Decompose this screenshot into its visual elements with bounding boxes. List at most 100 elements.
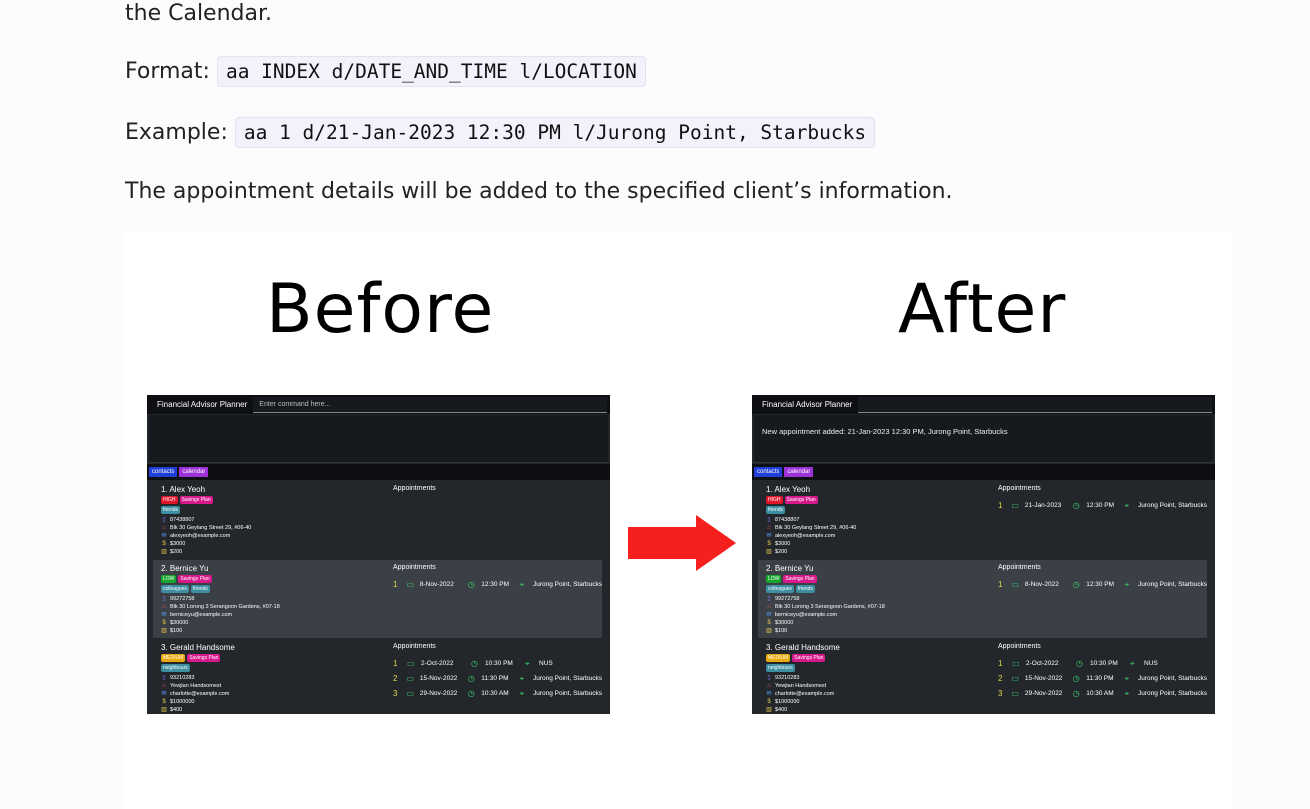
dollar-icon: $ [767, 620, 771, 626]
appointment-time: 12:30 PM [1086, 581, 1115, 588]
tag-row: HIGH Savings Plan [766, 496, 856, 504]
client-phone: ▯ 99272758 [161, 595, 280, 603]
mail-icon: ✉ [766, 691, 772, 697]
appointment-index: 1 [998, 580, 1003, 589]
tab-calendar[interactable]: calendar [784, 467, 814, 477]
client-phone-value: 87438807 [775, 517, 800, 523]
client-address-value: Blk 30 Lorong 3 Serangoon Gardens, #07-1… [775, 604, 885, 610]
calendar-icon: ▭ [1011, 674, 1019, 683]
client-monthly: ▥ $100 [161, 627, 280, 635]
tag-row: colleagues friends [766, 585, 885, 593]
appointment-time: 11:30 PM [481, 675, 509, 682]
client-card[interactable]: 2. Bernice Yu LOW Savings Plan colleagues fr… [153, 560, 602, 638]
appointment-location: Jurong Point, Starbucks [532, 675, 602, 682]
plan-tag: Savings Plan [187, 654, 221, 662]
client-card[interactable]: 3. Gerald Handsome MEDIUM Savings Plan neig… [758, 639, 1207, 714]
location-pin-icon: ⌖ [519, 579, 525, 589]
priority-badge: LOW [766, 575, 782, 583]
client-card[interactable]: 3. Gerald Handsome MEDIUM Savings Plan neig… [153, 639, 602, 714]
tag-row: HIGH Savings Plan [161, 496, 251, 504]
client-income-value: $3000 [775, 541, 791, 547]
client-monthly: ▥ $400 [766, 706, 840, 714]
appointment-time: 10:30 AM [1086, 690, 1114, 697]
command-input[interactable] [858, 396, 1212, 413]
calendar-icon: ▭ [1011, 689, 1019, 698]
appointments-panel: Appointments 1 ▭ 21-Jan-2023 ◷ 12:30 PM ⌖ Juron… [998, 485, 1207, 513]
dollar-icon: $ [162, 620, 166, 626]
phone-icon: ▯ [767, 675, 771, 681]
client-email-value: alexyeoh@example.com [775, 533, 836, 539]
client-phone: ▯ 87438807 [766, 516, 856, 524]
title-bar: Financial Advisor Planner [752, 395, 1215, 414]
client-monthly-value: $100 [170, 628, 183, 634]
home-icon: ⌂ [162, 604, 166, 610]
appointment-time: 12:30 PM [481, 581, 510, 588]
tag-row: LOW Savings Plan [766, 575, 885, 583]
client-phone: ▯ 93210283 [766, 674, 840, 682]
tab-contacts[interactable]: contacts [754, 467, 783, 477]
client-income-value: $1000000 [775, 699, 800, 705]
client-phone-value: 93210283 [775, 675, 800, 681]
client-monthly: ▥ $400 [161, 706, 235, 714]
client-name: 2. Bernice Yu [161, 564, 209, 573]
command-input[interactable]: Enter command here... [253, 396, 607, 413]
phone-icon: ▯ [162, 596, 166, 602]
format-code: aa INDEX d/DATE_AND_TIME l/LOCATION [216, 56, 646, 87]
calendar-icon: ▭ [406, 580, 414, 589]
client-phone-value: 87438807 [170, 517, 195, 523]
priority-badge: HIGH [161, 496, 178, 504]
appointment-location: Jurong Point, Starbucks [532, 690, 602, 697]
appointment-location: Jurong Point, Starbucks [1137, 581, 1207, 588]
client-monthly-value: $400 [775, 707, 788, 713]
phone-icon: ▯ [767, 596, 771, 602]
appointment-location: Jurong Point, Starbucks [1137, 690, 1207, 697]
plan-tag: Savings Plan [792, 654, 826, 662]
client-address: ⌂ Blk 30 Geylang Street 29, #06-40 [161, 524, 251, 532]
title-bar: Financial Advisor Planner Enter command h… [147, 395, 610, 414]
calendar-icon: ▭ [1011, 501, 1019, 510]
mail-icon: ✉ [161, 691, 167, 697]
client-email: ✉ alexyeoh@example.com [161, 532, 251, 540]
client-income: $ $3000 [766, 540, 856, 548]
app-window-before: Financial Advisor Planner Enter command h… [147, 395, 610, 714]
phone-icon: ▯ [767, 517, 771, 523]
clock-icon: ◷ [1072, 580, 1080, 589]
appointment-index: 2 [998, 674, 1003, 683]
appointment-date: 21-Jan-2023 [1024, 502, 1062, 509]
tab-bar: contacts calendar [147, 464, 610, 480]
client-address-value: Blk 30 Geylang Street 29, #06-40 [170, 525, 252, 531]
client-info: 3. Gerald Handsome MEDIUM Savings Plan neig… [161, 643, 235, 714]
clock-icon: ◷ [471, 659, 478, 668]
appointment-index: 3 [998, 689, 1003, 698]
client-name: 2. Bernice Yu [766, 564, 814, 573]
client-info: 2. Bernice Yu LOW Savings Plan colleagues fr… [161, 564, 280, 635]
client-income-value: $1000000 [170, 699, 195, 705]
bank-icon: ▥ [161, 549, 167, 555]
tab-calendar[interactable]: calendar [179, 467, 209, 477]
appointment-row: 3 ▭ 29-Nov-2022 ◷ 10:30 AM ⌖ Jurong Point, Sta… [998, 686, 1207, 701]
mail-icon: ✉ [161, 533, 167, 539]
appointment-row: 3 ▭ 29-Nov-2022 ◷ 10:30 AM ⌖ Jurong Point, Sta… [393, 686, 602, 701]
appointment-date: 8-Nov-2022 [1024, 581, 1059, 588]
plan-tag: Savings Plan [178, 575, 212, 583]
tab-contacts[interactable]: contacts [149, 467, 178, 477]
appointment-row: 1 ▭ 2-Oct-2022 ◷ 10:30 PM ⌖ NUS [998, 656, 1207, 671]
client-email-value: alexyeoh@example.com [170, 533, 231, 539]
tag-row: colleagues friends [161, 585, 280, 593]
appointment-location: NUS [1144, 660, 1158, 667]
appointment-row: 2 ▭ 15-Nov-2022 ◷ 11:30 PM ⌖ Jurong Point, Sta… [393, 671, 602, 686]
appointment-location: NUS [539, 660, 553, 667]
client-card[interactable]: 1. Alex Yeoh HIGH Savings Plan friends ▯ 8743… [758, 481, 1207, 559]
client-card[interactable]: 1. Alex Yeoh HIGH Savings Plan friends ▯ 8743… [153, 481, 602, 559]
appointment-index: 2 [393, 674, 398, 683]
result-display: New appointment added: 21-Jan-2023 12:30… [754, 415, 1213, 463]
calendar-icon: ▭ [406, 674, 414, 683]
client-tag: neighbours [766, 664, 795, 672]
description-text: The appointment details will be added to… [125, 179, 953, 204]
client-card[interactable]: 2. Bernice Yu LOW Savings Plan colleagues fr… [758, 560, 1207, 638]
appointment-date: 2-Oct-2022 [1026, 660, 1059, 667]
plan-tag: Savings Plan [784, 496, 818, 504]
location-pin-icon: ⌖ [519, 673, 525, 683]
clock-icon: ◷ [467, 689, 475, 698]
bank-icon: ▥ [766, 628, 772, 634]
